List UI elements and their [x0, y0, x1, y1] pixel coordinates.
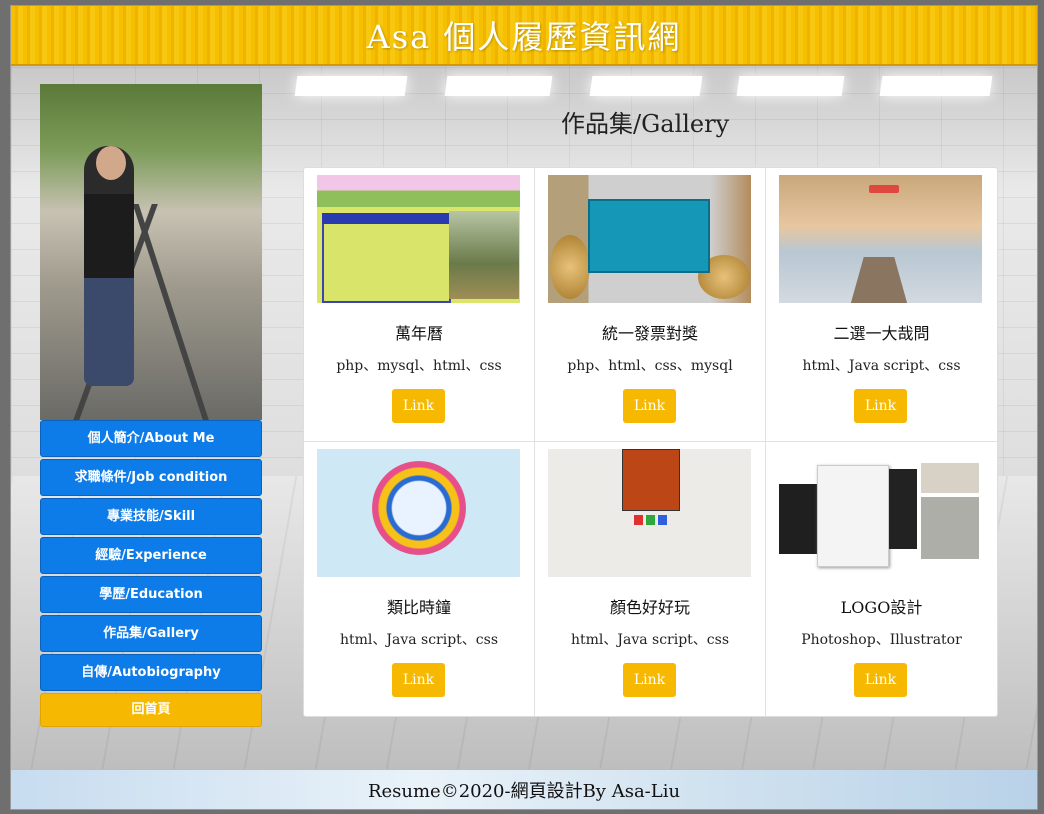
photo-person-head — [96, 146, 126, 180]
card-title: 二選一大哉問 — [833, 324, 930, 343]
clock-thumb — [317, 449, 520, 577]
menu-item-gallery[interactable]: 作品集/Gallery — [40, 615, 262, 652]
gallery-card: LOGO設計 Photoshop、Illustrator Link — [766, 442, 997, 716]
gallery-card: 顏色好好玩 html、Java script、css Link — [535, 442, 766, 716]
calendar-thumb — [317, 175, 520, 303]
profile-photo — [40, 84, 262, 420]
ceiling-light — [444, 76, 553, 96]
site-header: Asa 個人履歷資訊網 — [11, 6, 1037, 66]
ceiling-light — [294, 76, 408, 96]
link-button[interactable]: Link — [392, 663, 445, 697]
menu-item-home[interactable]: 回首頁 — [40, 693, 262, 727]
lottery-form-panel — [588, 199, 710, 273]
landscape-image — [449, 211, 519, 299]
menu-item-education[interactable]: 學歷/Education — [40, 576, 262, 613]
calendar-header-bar — [322, 213, 451, 224]
menu-item-experience[interactable]: 經驗/Experience — [40, 537, 262, 574]
card-title: 萬年曆 — [394, 324, 443, 343]
card-title: 類比時鐘 — [386, 598, 451, 617]
menu-item-skill[interactable]: 專業技能/Skill — [40, 498, 262, 535]
menu-item-job-condition[interactable]: 求職條件/Job condition — [40, 459, 262, 496]
card-tech: Photoshop、Illustrator — [801, 632, 962, 648]
mockup-letterhead — [817, 465, 889, 567]
color-square — [622, 449, 680, 511]
photo-person — [84, 146, 134, 386]
gallery-card: 二選一大哉問 html、Java script、css Link — [766, 168, 997, 442]
side-menu: 個人簡介/About Me 求職條件/Job condition 專業技能/Sk… — [40, 420, 262, 729]
link-button[interactable]: Link — [623, 663, 676, 697]
ceiling-light — [736, 76, 845, 96]
page-frame: Asa 個人履歷資訊網 個人簡介/About Me 求職條件/Job condi… — [10, 5, 1038, 810]
card-tech: html、Java script、css — [802, 358, 961, 374]
card-tech: html、Java script、css — [570, 632, 730, 648]
footer-text: Resume©2020-網頁設計By Asa-Liu — [367, 781, 681, 802]
blue-swatch — [658, 515, 667, 525]
menu-item-about[interactable]: 個人簡介/About Me — [40, 420, 262, 457]
clock-dial — [372, 461, 466, 555]
link-button[interactable]: Link — [854, 663, 907, 697]
mockup-card — [889, 469, 917, 549]
gallery-card: 萬年曆 php、mysql、html、css Link — [304, 168, 535, 442]
calendar-table — [322, 213, 451, 303]
card-title: 統一發票對獎 — [601, 324, 698, 343]
gallery-title: 作品集/Gallery — [561, 110, 730, 138]
photo-rail — [132, 204, 214, 420]
ceiling-light — [879, 76, 993, 96]
wooden-path — [849, 257, 909, 303]
link-button[interactable]: Link — [392, 389, 445, 423]
red-button — [869, 185, 899, 193]
gallery-card: 類比時鐘 html、Java script、css Link — [304, 442, 535, 716]
card-tech: html、Java script、css — [339, 632, 499, 648]
link-button[interactable]: Link — [623, 389, 676, 423]
receipt-thumb — [548, 175, 751, 303]
mockup-stationery — [921, 497, 979, 559]
color-thumb — [548, 449, 751, 577]
gallery-card: 統一發票對獎 php、html、css、mysql Link — [535, 168, 766, 442]
card-tech: php、mysql、html、css — [336, 358, 502, 374]
link-button[interactable]: Link — [854, 389, 907, 423]
site-title: Asa 個人履歷資訊網 — [366, 18, 682, 56]
card-tech: php、html、css、mysql — [567, 358, 733, 374]
ceiling-light — [589, 76, 703, 96]
site-footer: Resume©2020-網頁設計By Asa-Liu — [11, 769, 1037, 809]
card-title: LOGO設計 — [840, 598, 923, 617]
mockup-paper — [921, 463, 979, 493]
logo-thumb — [779, 449, 982, 577]
coin-stack — [550, 235, 590, 299]
card-title: 顏色好好玩 — [609, 598, 690, 617]
menu-item-autobiography[interactable]: 自傳/Autobiography — [40, 654, 262, 691]
red-swatch — [634, 515, 643, 525]
vote-thumb — [779, 175, 982, 303]
gallery-grid: 萬年曆 php、mysql、html、css Link 統一發票對獎 php、h… — [303, 167, 998, 717]
green-swatch — [646, 515, 655, 525]
